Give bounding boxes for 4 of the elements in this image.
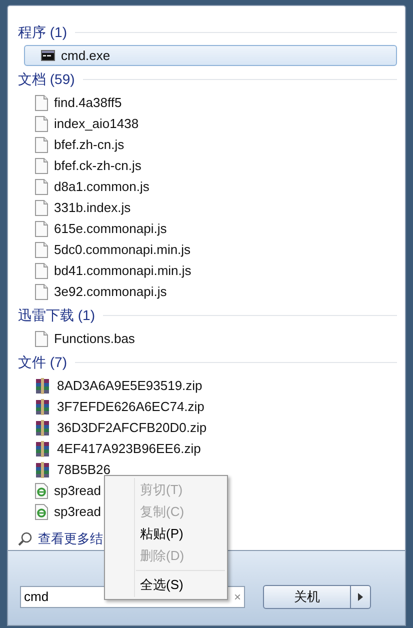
group-header: 文件 (7) [18,352,67,372]
group-header: 文档 (59) [18,70,75,89]
group-header: 程序 (1) [18,22,67,42]
group-header: 迅雷下载 (1) [18,306,95,325]
